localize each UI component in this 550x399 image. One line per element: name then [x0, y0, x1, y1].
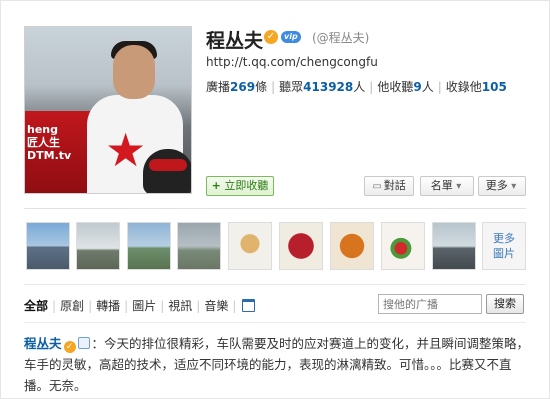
chevron-down-icon: ▾ [511, 181, 517, 192]
avatar-helmet [143, 149, 191, 193]
calendar-icon[interactable] [242, 299, 256, 312]
photo-thumb-5[interactable] [228, 222, 272, 270]
avatar-star: ★ [105, 123, 147, 177]
photo-thumb-3[interactable] [127, 222, 171, 270]
chat-label: 對話 [383, 179, 406, 192]
tab-video[interactable]: 視訊 [168, 297, 192, 314]
verified-icon: ✓ [63, 341, 76, 353]
post-separator: ： [91, 336, 105, 351]
tab-rebroadcast[interactable]: 轉播 [96, 297, 120, 314]
search-input[interactable] [378, 294, 482, 314]
profile-name: 程丛夫 [206, 30, 264, 52]
tab-all[interactable]: 全部 [24, 297, 48, 314]
weibo-badge-icon [77, 337, 90, 349]
stat-listed[interactable]: 收錄他105 [446, 80, 507, 94]
photos-divider [24, 284, 526, 285]
filter-tabs: 全部 | 原創 | 轉播 | 圖片 | 視訊 | 音樂 | [24, 297, 256, 314]
more-photos-button[interactable]: 更多 圖片 [482, 222, 526, 270]
tab-music[interactable]: 音樂 [204, 297, 228, 314]
avatar-head [113, 45, 155, 99]
more-photos-line1: 更多 [493, 232, 515, 245]
profile-handle: (@程丛夫) [312, 31, 370, 45]
photo-thumb-6[interactable] [279, 222, 323, 270]
profile-url[interactable]: http://t.qq.com/chengcongfu [206, 55, 378, 69]
tab-original[interactable]: 原創 [60, 297, 84, 314]
stat-following[interactable]: 他收聽9人 [377, 80, 433, 94]
chat-bubble-icon: ▭ [372, 181, 382, 192]
verified-icon: ✓ [264, 30, 278, 44]
list-label: 名單 [430, 179, 453, 192]
tabs-divider [24, 322, 526, 323]
follow-label: 立即收聽 [224, 179, 269, 192]
chevron-down-icon: ▾ [456, 181, 462, 192]
post-item: 程丛夫 ✓ ：今天的排位很精彩，车队需要及时的应对赛道上的变化，并且瞬间调整策略，车… [24, 333, 534, 396]
list-dropdown[interactable]: 名單 ▾ [420, 176, 474, 196]
avatar-car-text: heng 匠人生 DTM.tv [27, 123, 72, 162]
more-label: 更多 [485, 179, 508, 192]
profile-stats: 廣播269條 | 聽眾413928人 | 他收聽9人 | 收錄他105 [206, 80, 507, 94]
avatar-helmet-stripe [149, 159, 187, 171]
more-photos-line2: 圖片 [493, 247, 515, 260]
stat-broadcasts[interactable]: 廣播269條 [206, 80, 267, 94]
header-divider [24, 208, 526, 209]
chat-button[interactable]: ▭ 對話 [364, 176, 414, 196]
photo-thumb-8[interactable] [381, 222, 425, 270]
stat-listeners[interactable]: 聽眾413928人 [279, 80, 365, 94]
photo-thumb-7[interactable] [330, 222, 374, 270]
photo-thumb-2[interactable] [76, 222, 120, 270]
plus-icon: + [211, 179, 221, 192]
more-dropdown[interactable]: 更多 ▾ [478, 176, 526, 196]
follow-button[interactable]: + 立即收聽 [206, 176, 274, 196]
post-author[interactable]: 程丛夫 [24, 336, 62, 351]
photo-thumb-9[interactable] [432, 222, 476, 270]
profile-avatar[interactable]: heng 匠人生 DTM.tv ★ [24, 26, 192, 194]
photo-thumb-4[interactable] [177, 222, 221, 270]
search-button[interactable]: 搜索 [486, 294, 524, 314]
tab-images[interactable]: 圖片 [132, 297, 156, 314]
vip-icon: vip [281, 31, 301, 43]
photo-thumb-1[interactable] [26, 222, 70, 270]
